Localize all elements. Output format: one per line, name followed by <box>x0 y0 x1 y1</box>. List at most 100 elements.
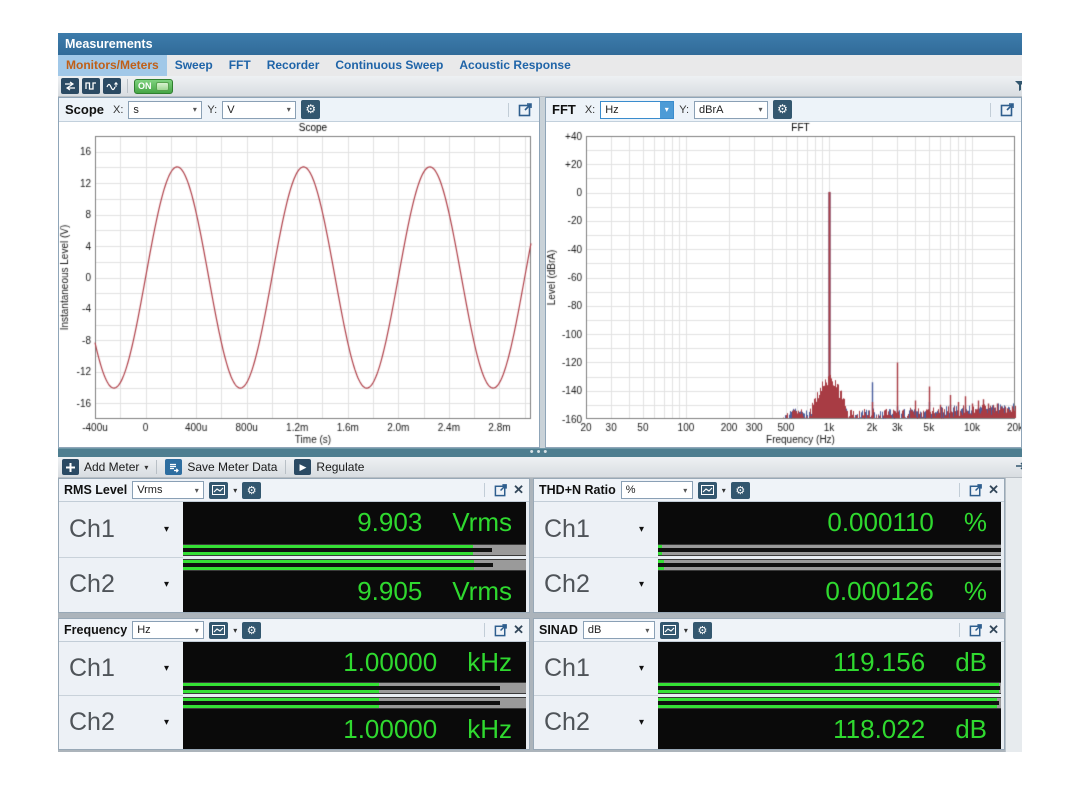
fft-panel: FFT X: Hz▾ Y: dBrA▾ ⚙ <box>545 97 1022 448</box>
add-meter-button[interactable]: Add Meter <box>84 460 139 474</box>
meter-close-icon[interactable]: ✕ <box>988 482 999 498</box>
meter-settings-icon[interactable]: ⚙ <box>731 482 750 499</box>
meter-title: SINAD <box>539 623 578 637</box>
fft-x-unit-select[interactable]: Hz▾ <box>600 101 674 119</box>
regulate-icon: ▶ <box>294 459 311 475</box>
scope-x-label: X: <box>113 104 123 116</box>
meter-unit-select[interactable]: Hz▾ <box>132 621 204 639</box>
fft-panel-header: FFT X: Hz▾ Y: dBrA▾ ⚙ <box>546 98 1021 122</box>
charts-region: Scope X: s▾ Y: V▾ ⚙ FFT X: Hz▾ Y: dBr <box>58 97 1022 448</box>
regulate-button[interactable]: Regulate <box>316 460 364 474</box>
save-meter-data-button[interactable]: Save Meter Data <box>187 460 277 474</box>
save-meter-data-icon <box>165 459 182 475</box>
filter-icon[interactable] <box>1014 79 1022 97</box>
scope-y-label: Y: <box>207 104 217 116</box>
meter-unit-select[interactable]: Vrms▾ <box>132 481 204 499</box>
tab-continuous-sweep[interactable]: Continuous Sweep <box>327 55 451 76</box>
channel-2-selector[interactable]: Ch2▾ <box>534 558 658 613</box>
scope-y-unit-select[interactable]: V▾ <box>222 101 296 119</box>
meters-region: RMS Level Vrms▾ ▾ ⚙ ✕ Ch1▾ Ch2▾ 9.903Vrm… <box>58 478 1022 752</box>
chevron-down-icon: ▾ <box>164 717 169 728</box>
channel-1-selector[interactable]: Ch1▾ <box>534 642 658 696</box>
meter-popout-icon[interactable] <box>969 483 983 497</box>
meter-unit-select[interactable]: dB▾ <box>583 621 655 639</box>
fft-chart[interactable] <box>546 122 1021 447</box>
channel-1-readout: 119.156dB <box>658 642 1001 682</box>
channel-2-level-bar <box>183 697 526 709</box>
channel-2-selector[interactable]: Ch2▾ <box>59 696 183 749</box>
meter-popout-icon[interactable] <box>494 623 508 637</box>
add-meter-icon <box>62 459 79 475</box>
scope-popout-icon[interactable] <box>518 102 533 117</box>
measurements-window: Measurements Monitors/MetersSweepFFTReco… <box>58 33 1022 752</box>
add-meter-dropdown-icon[interactable]: ▾ <box>144 463 148 472</box>
tab-recorder[interactable]: Recorder <box>259 55 328 76</box>
fft-popout-icon[interactable] <box>1000 102 1015 117</box>
channel-2-readout: 0.000126% <box>658 571 1001 613</box>
meter-toolbar-overflow-icon[interactable] <box>1014 459 1022 476</box>
meter-close-icon[interactable]: ✕ <box>988 622 999 638</box>
channel-1-selector[interactable]: Ch1▾ <box>59 642 183 696</box>
meter-title: RMS Level <box>64 483 127 497</box>
on-toggle-knob <box>156 82 169 91</box>
channel-2-selector[interactable]: Ch2▾ <box>534 696 658 749</box>
chevron-down-icon: ▾ <box>639 579 644 590</box>
meter-graph-dropdown-icon[interactable]: ▾ <box>722 486 726 495</box>
channel-1-level-bar <box>658 544 1001 556</box>
scope-settings-icon[interactable]: ⚙ <box>301 100 320 119</box>
io-loopback-icon[interactable] <box>61 78 79 94</box>
scope-chart[interactable] <box>59 122 539 447</box>
meter-header: Frequency Hz▾ ▾ ⚙ ✕ <box>59 619 529 642</box>
tab-acoustic-response[interactable]: Acoustic Response <box>451 55 578 76</box>
meter-graph-icon[interactable] <box>209 622 228 639</box>
on-toggle-label: ON <box>138 81 152 91</box>
meter-settings-icon[interactable]: ⚙ <box>693 622 712 639</box>
channel-1-selector[interactable]: Ch1▾ <box>59 502 183 558</box>
meter-graph-icon[interactable] <box>698 482 717 499</box>
meter-panel-frequency: Frequency Hz▾ ▾ ⚙ ✕ Ch1▾ Ch2▾ 1.00000kHz <box>58 618 530 750</box>
window-title: Measurements <box>65 37 153 51</box>
generator-waveform-icon[interactable] <box>82 78 100 94</box>
fft-y-unit-select[interactable]: dBrA▾ <box>694 101 768 119</box>
chevron-down-icon: ▾ <box>164 663 169 674</box>
meter-panel-rms-level: RMS Level Vrms▾ ▾ ⚙ ✕ Ch1▾ Ch2▾ 9.903Vrm… <box>58 478 530 613</box>
scope-x-unit-select[interactable]: s▾ <box>128 101 202 119</box>
meter-graph-dropdown-icon[interactable]: ▾ <box>233 486 237 495</box>
scope-panel-header: Scope X: s▾ Y: V▾ ⚙ <box>59 98 539 122</box>
window-title-bar: Measurements <box>58 33 1022 55</box>
channel-1-readout: 0.000110% <box>658 502 1001 544</box>
meter-settings-icon[interactable]: ⚙ <box>242 622 261 639</box>
toolbar-separator <box>127 79 128 93</box>
tab-monitors-meters[interactable]: Monitors/Meters <box>58 55 167 76</box>
chevron-down-icon: ▾ <box>639 524 644 535</box>
meter-header: SINAD dB▾ ▾ ⚙ ✕ <box>534 619 1004 642</box>
channel-1-selector[interactable]: Ch1▾ <box>534 502 658 558</box>
meter-graph-icon[interactable] <box>209 482 228 499</box>
tab-sweep[interactable]: Sweep <box>167 55 221 76</box>
meter-title: Frequency <box>64 623 127 637</box>
fft-settings-icon[interactable]: ⚙ <box>773 100 792 119</box>
fft-x-label: X: <box>585 104 595 116</box>
monitor-signal-icon[interactable] <box>103 78 121 94</box>
channel-1-level-bar <box>183 544 526 556</box>
meter-close-icon[interactable]: ✕ <box>513 622 524 638</box>
meter-graph-dropdown-icon[interactable]: ▾ <box>684 626 688 635</box>
channel-1-readout: 1.00000kHz <box>183 642 526 682</box>
meter-toolbar: Add Meter ▾ Save Meter Data ▶ Regulate <box>58 457 1022 478</box>
meter-graph-dropdown-icon[interactable]: ▾ <box>233 626 237 635</box>
chevron-down-icon: ▾ <box>639 663 644 674</box>
fft-panel-title: FFT <box>552 102 576 117</box>
meter-unit-select[interactable]: %▾ <box>621 481 693 499</box>
meter-popout-icon[interactable] <box>494 483 508 497</box>
splitter-handle[interactable]: ••• <box>58 448 1022 457</box>
meter-settings-icon[interactable]: ⚙ <box>242 482 261 499</box>
meter-popout-icon[interactable] <box>969 623 983 637</box>
meters-grid: RMS Level Vrms▾ ▾ ⚙ ✕ Ch1▾ Ch2▾ 9.903Vrm… <box>58 478 1005 752</box>
meter-close-icon[interactable]: ✕ <box>513 482 524 498</box>
meters-scrollbar[interactable] <box>1005 478 1022 752</box>
channel-2-selector[interactable]: Ch2▾ <box>59 558 183 613</box>
tab-fft[interactable]: FFT <box>221 55 259 76</box>
scope-panel-title: Scope <box>65 102 104 117</box>
generator-on-toggle[interactable]: ON <box>134 79 173 94</box>
meter-graph-icon[interactable] <box>660 622 679 639</box>
